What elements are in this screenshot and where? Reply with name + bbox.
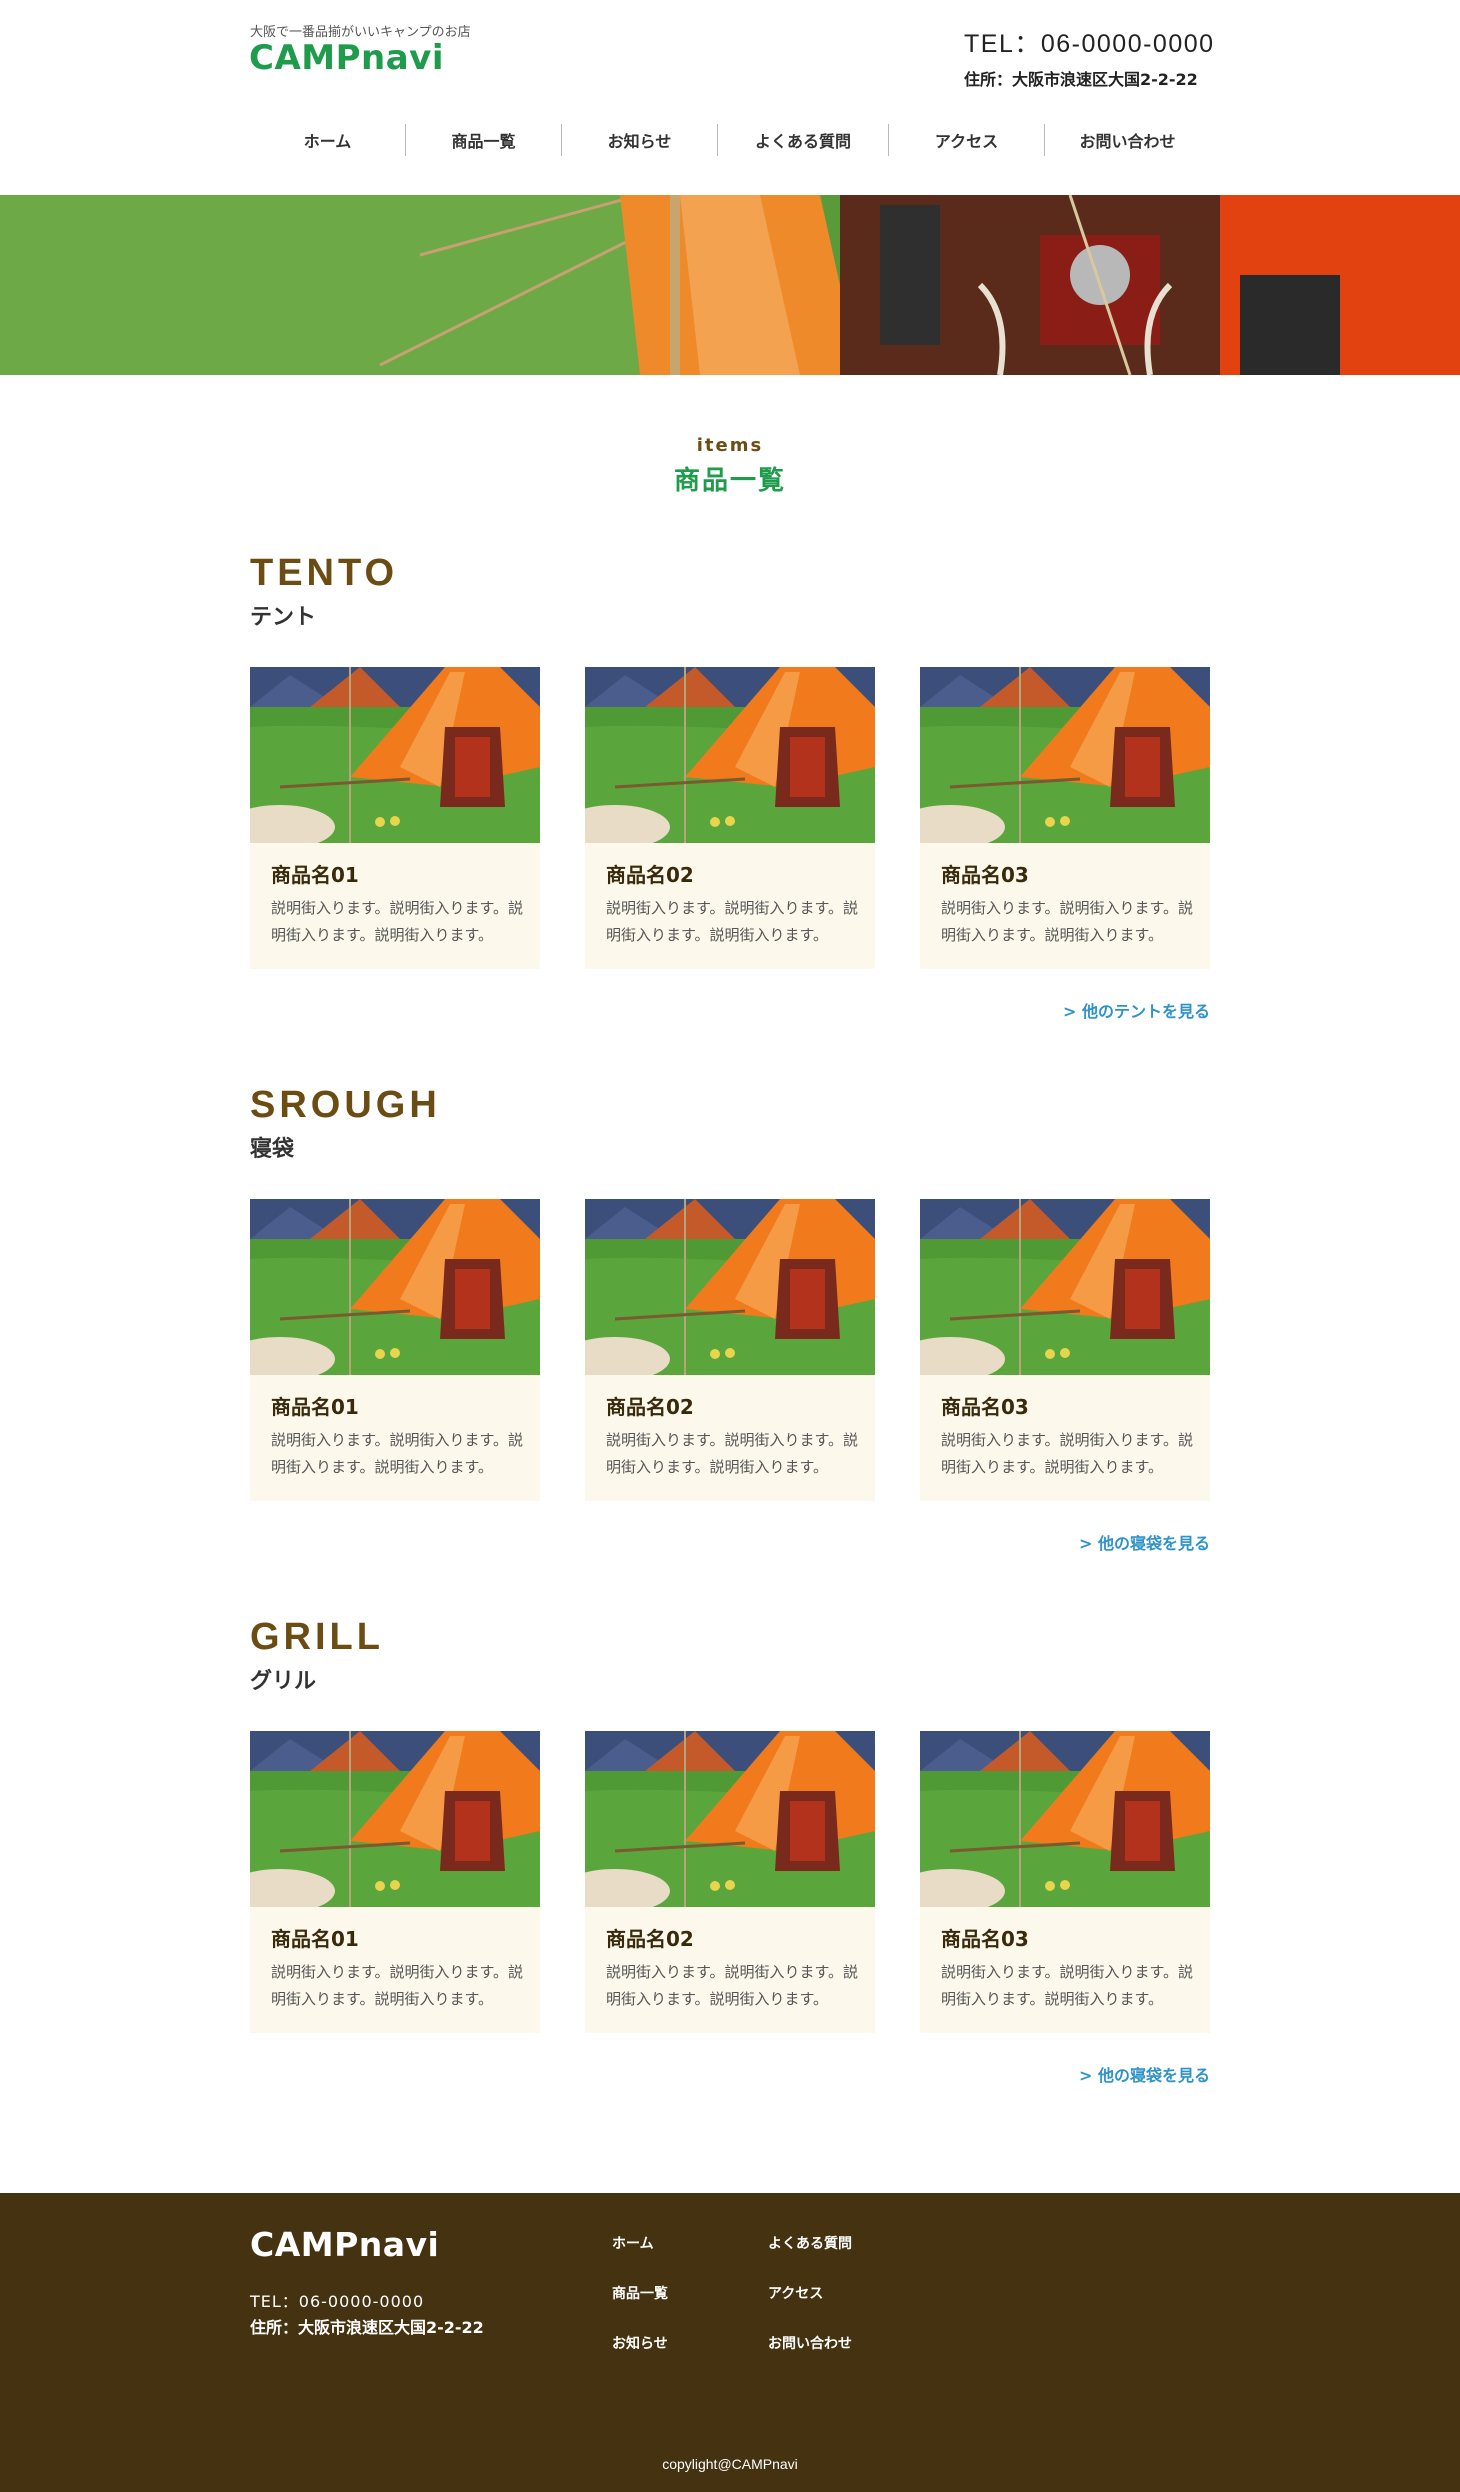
product-name: 商品名03	[941, 863, 1029, 887]
category-title-ja: テント	[250, 605, 317, 630]
product-name: 商品名02	[606, 863, 694, 887]
header-address: 住所：大阪市浪速区大国2-2-22	[964, 70, 1198, 89]
product-list: 商品名01 説明街入ります。説明街入ります。説明街入ります。説明街入ります。 商…	[250, 1731, 1210, 2033]
product-card[interactable]: 商品名01 説明街入ります。説明街入ります。説明街入ります。説明街入ります。	[250, 1731, 540, 2033]
product-description: 説明街入ります。説明街入ります。説明街入ります。説明街入ります。	[271, 1963, 524, 2008]
product-list: 商品名01 説明街入ります。説明街入ります。説明街入ります。説明街入ります。 商…	[250, 1199, 1210, 1501]
category-title-ja: グリル	[250, 1669, 317, 1694]
product-image	[585, 1199, 875, 1375]
site-header: 大阪で一番品揃がいいキャンプのお店 CAMPnavi TEL：06-0000-0…	[0, 0, 1460, 195]
category-title-en: GRILL	[250, 1616, 384, 1658]
product-card[interactable]: 商品名03 説明街入ります。説明街入ります。説明街入ります。説明街入ります。	[920, 1731, 1210, 2033]
product-name: 商品名02	[606, 1395, 694, 1419]
category-tent: TENTO テント 商品名01 説明街入ります。説明街入ります。説明街入ります。…	[250, 552, 1210, 1021]
page-heading: items 商品一覧	[0, 435, 1460, 497]
nav-item-access[interactable]: アクセス	[889, 124, 1044, 156]
product-card[interactable]: 商品名02 説明街入ります。説明街入ります。説明街入ります。説明街入ります。	[585, 667, 875, 969]
site-logo[interactable]: CAMPnavi	[249, 38, 444, 78]
nav-item-contact[interactable]: お問い合わせ	[1045, 124, 1210, 156]
product-image	[585, 667, 875, 843]
page-heading-ja: 商品一覧	[673, 466, 786, 496]
product-description: 説明街入ります。説明街入ります。説明街入ります。説明街入ります。	[941, 1963, 1194, 2008]
product-name: 商品名01	[271, 1927, 359, 1951]
product-description: 説明街入ります。説明街入ります。説明街入ります。説明街入ります。	[606, 1431, 859, 1476]
nav-item-products[interactable]: 商品一覧	[406, 124, 561, 156]
footer-link-contact[interactable]: お問い合わせ	[768, 2333, 852, 2353]
category-title-en: TENTO	[250, 552, 399, 594]
product-list: 商品名01 説明街入ります。説明街入ります。説明街入ります。説明街入ります。 商…	[250, 667, 1210, 969]
footer-logo[interactable]: CAMPnavi	[250, 2225, 439, 2264]
footer-link-faq[interactable]: よくある質問	[768, 2233, 852, 2253]
product-description: 説明街入ります。説明街入ります。説明街入ります。説明街入ります。	[941, 899, 1194, 944]
product-image	[250, 1199, 540, 1375]
product-image	[920, 1199, 1210, 1375]
nav-item-news[interactable]: お知らせ	[562, 124, 717, 156]
hero-photo	[0, 195, 1460, 375]
product-description: 説明街入ります。説明街入ります。説明街入ります。説明街入ります。	[606, 899, 859, 944]
site-footer: CAMPnavi TEL：06-0000-0000 住所：大阪市浪速区大国2-2…	[0, 2193, 1460, 2492]
hero-image	[0, 195, 1460, 375]
category-title-ja: 寝袋	[250, 1137, 295, 1162]
category-grill: GRILL グリル 商品名01 説明街入ります。説明街入ります。説明街入ります。…	[250, 1616, 1210, 2085]
nav-item-faq[interactable]: よくある質問	[718, 124, 888, 156]
copyright: copylight@CAMPnavi	[662, 2456, 798, 2472]
product-card[interactable]: 商品名02 説明街入ります。説明街入ります。説明街入ります。説明街入ります。	[585, 1731, 875, 2033]
product-card[interactable]: 商品名03 説明街入ります。説明街入ります。説明街入ります。説明街入ります。	[920, 667, 1210, 969]
product-name: 商品名01	[271, 863, 359, 887]
product-description: 説明街入ります。説明街入ります。説明街入ります。説明街入ります。	[606, 1963, 859, 2008]
footer-link-products[interactable]: 商品一覧	[612, 2283, 668, 2303]
page-heading-en: items	[696, 435, 764, 456]
footer-link-access[interactable]: アクセス	[768, 2283, 823, 2303]
more-tents-link[interactable]: > 他のテントを見る	[1063, 998, 1210, 1022]
header-tel: TEL：06-0000-0000	[964, 30, 1215, 58]
product-image	[920, 667, 1210, 843]
product-image	[920, 1731, 1210, 1907]
product-name: 商品名03	[941, 1395, 1029, 1419]
global-nav: ホーム 商品一覧 お知らせ よくある質問 アクセス お問い合わせ	[250, 124, 1210, 156]
product-description: 説明街入ります。説明街入ります。説明街入ります。説明街入ります。	[941, 1431, 1194, 1476]
product-card[interactable]: 商品名01 説明街入ります。説明街入ります。説明街入ります。説明街入ります。	[250, 667, 540, 969]
product-card[interactable]: 商品名03 説明街入ります。説明街入ります。説明街入ります。説明街入ります。	[920, 1199, 1210, 1501]
header-contact: TEL：06-0000-0000 住所：大阪市浪速区大国2-2-22	[964, 24, 1215, 90]
footer-address: 住所：大阪市浪速区大国2-2-22	[250, 2318, 484, 2337]
product-name: 商品名01	[271, 1395, 359, 1419]
footer-link-news[interactable]: お知らせ	[612, 2333, 668, 2353]
product-image	[250, 1731, 540, 1907]
product-card[interactable]: 商品名01 説明街入ります。説明街入ります。説明街入ります。説明街入ります。	[250, 1199, 540, 1501]
more-sleeping-bags-link[interactable]: > 他の寝袋を見る	[1079, 1530, 1210, 1554]
more-grills-link[interactable]: > 他の寝袋を見る	[1079, 2062, 1210, 2086]
product-card[interactable]: 商品名02 説明街入ります。説明街入ります。説明街入ります。説明街入ります。	[585, 1199, 875, 1501]
product-name: 商品名03	[941, 1927, 1029, 1951]
category-title-en: SROUGH	[250, 1084, 441, 1126]
product-description: 説明街入ります。説明街入ります。説明街入ります。説明街入ります。	[271, 899, 524, 944]
category-sleeping-bag: SROUGH 寝袋 商品名01 説明街入ります。説明街入ります。説明街入ります。…	[250, 1084, 1210, 1553]
product-image	[250, 667, 540, 843]
footer-tel: TEL：06-0000-0000	[250, 2292, 425, 2311]
product-description: 説明街入ります。説明街入ります。説明街入ります。説明街入ります。	[271, 1431, 524, 1476]
footer-link-home[interactable]: ホーム	[612, 2233, 654, 2253]
product-image	[585, 1731, 875, 1907]
product-name: 商品名02	[606, 1927, 694, 1951]
nav-item-home[interactable]: ホーム	[250, 124, 405, 156]
